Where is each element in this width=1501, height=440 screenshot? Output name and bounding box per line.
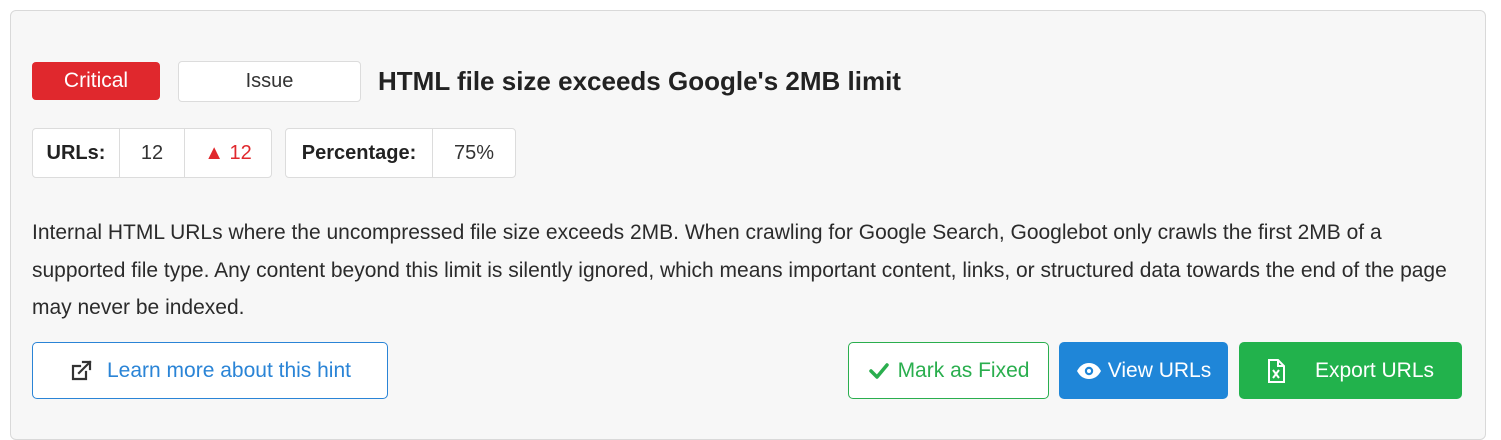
hint-description: Internal HTML URLs where the uncompresse… [32,221,1447,319]
learn-more-button[interactable]: Learn more about this hint [32,342,388,399]
percentage-stat: Percentage: 75% [285,128,516,178]
excel-file-icon [1267,358,1285,383]
hint-title: HTML file size exceeds Google's 2MB limi… [378,65,901,96]
urls-count: 12 [119,129,184,177]
checkmark-icon [868,361,890,381]
export-urls-button[interactable]: Export URLs [1239,342,1462,399]
external-link-icon [69,359,93,383]
hint-card: Critical Issue HTML file size exceeds Go… [10,10,1486,440]
type-badge: Issue [178,60,361,102]
view-urls-label: View URLs [1107,358,1212,382]
urls-change: ▲ 12 [184,129,271,177]
mark-fixed-label: Mark as Fixed [897,358,1030,382]
urls-label: URLs: [46,141,106,164]
view-urls-button[interactable]: View URLs [1059,342,1228,399]
export-urls-label: Export URLs [1314,358,1435,382]
percentage-value: 75% [432,129,515,177]
severity-badge: Critical [32,62,160,100]
stats-row: URLs: 12 ▲ 12 Percentage: 75% [32,128,529,178]
mark-fixed-button[interactable]: Mark as Fixed [848,342,1049,399]
percentage-label: Percentage: [301,141,417,164]
hint-header: Critical Issue HTML file size exceeds Go… [32,60,901,102]
learn-more-label: Learn more about this hint [107,358,351,382]
urls-stat: URLs: 12 ▲ 12 [32,128,272,178]
eye-icon [1076,362,1102,380]
